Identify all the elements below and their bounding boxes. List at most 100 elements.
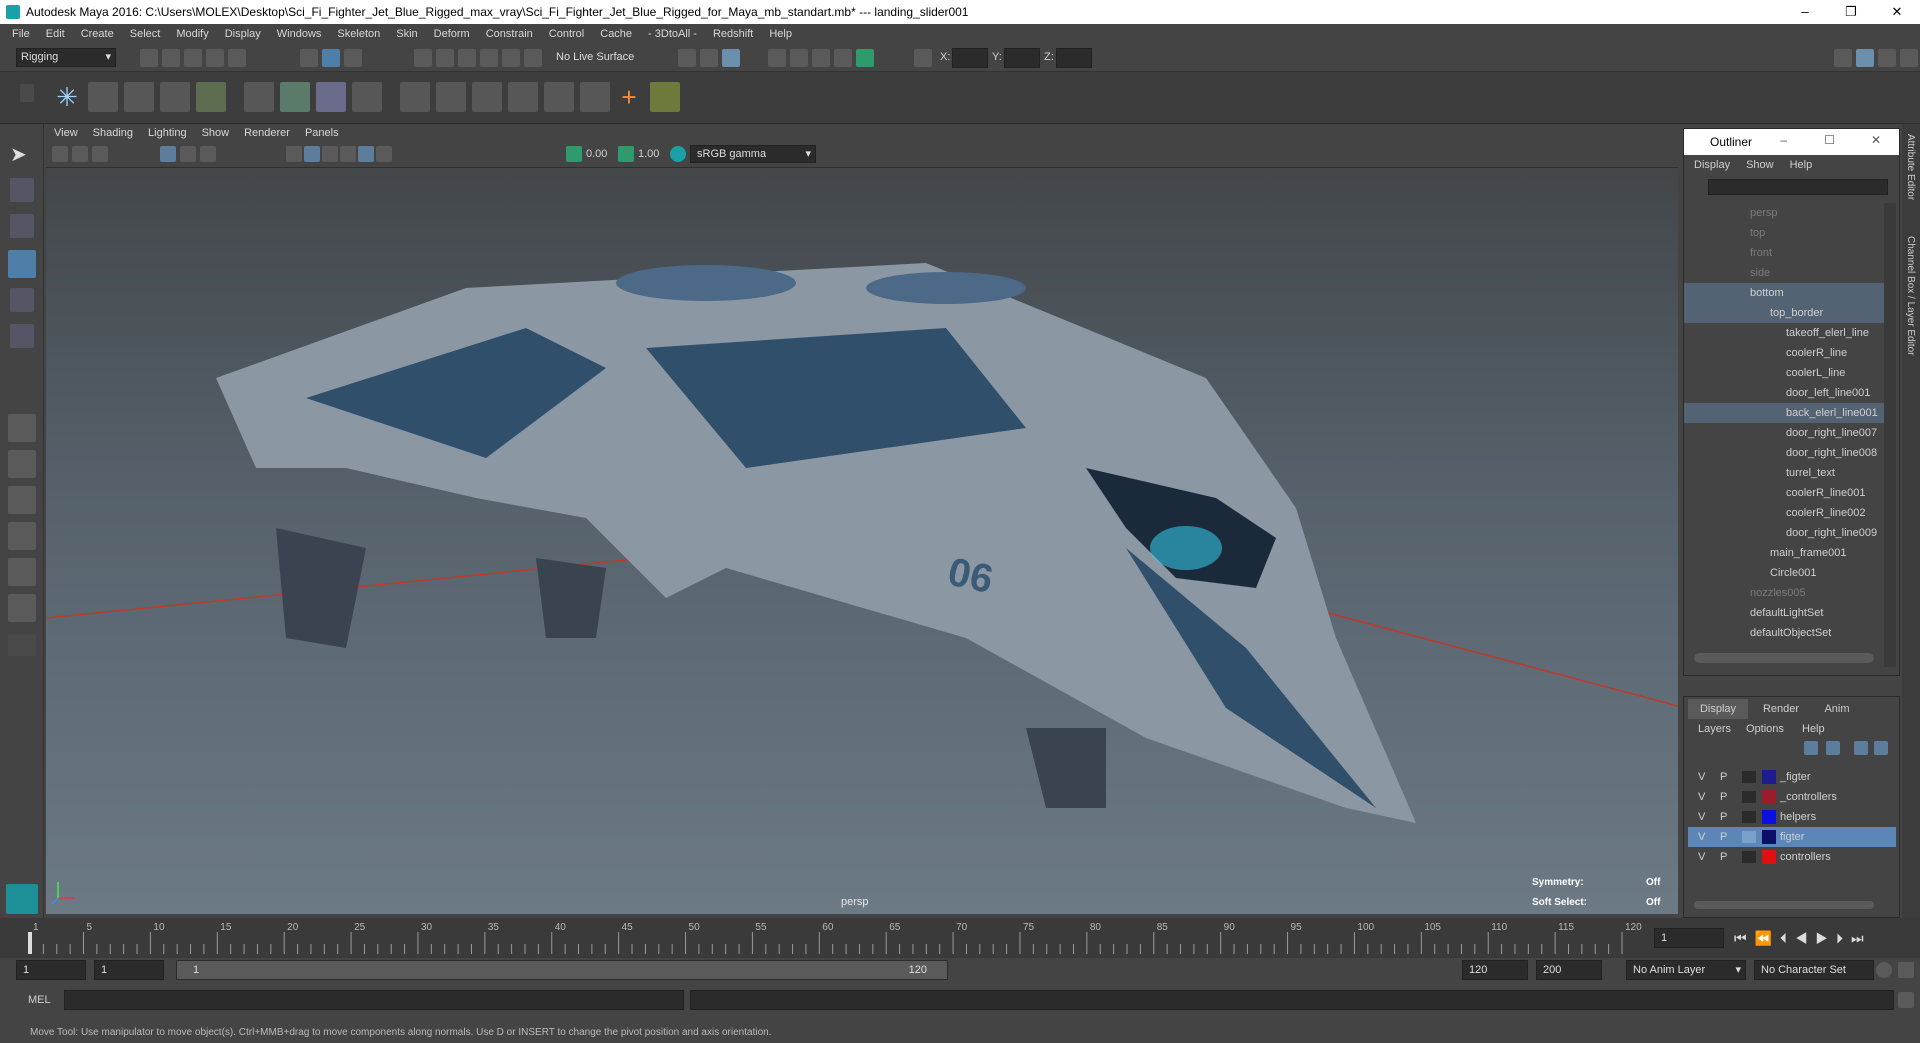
play-back-icon[interactable]: ◀ <box>1795 930 1816 946</box>
input-ops-icon[interactable] <box>678 49 696 67</box>
ik-handle-icon[interactable] <box>88 82 118 112</box>
outliner-item[interactable]: takeoff_elerl_line <box>1684 323 1884 343</box>
x-field[interactable] <box>952 48 988 68</box>
wireframe-icon[interactable] <box>286 146 302 162</box>
outliner-item[interactable]: coolerR_line002 <box>1684 503 1884 523</box>
outliner-item[interactable]: front <box>1684 243 1884 263</box>
snap-point-icon[interactable] <box>458 49 476 67</box>
transform-mode-icon[interactable] <box>914 49 932 67</box>
outliner-item[interactable]: coolerR_line001 <box>1684 483 1884 503</box>
shelf-options-icon[interactable] <box>20 84 34 102</box>
layers-menu-help[interactable]: Help <box>1802 723 1825 735</box>
command-input[interactable] <box>64 990 684 1010</box>
script-editor-icon[interactable] <box>1898 992 1914 1008</box>
outliner-item[interactable]: main_frame001 <box>1684 543 1884 563</box>
outliner-item[interactable]: persp <box>1684 203 1884 223</box>
layer-color-swatch[interactable] <box>1762 830 1776 844</box>
menu-windows[interactable]: Windows <box>277 28 322 40</box>
persp-graph-layout-icon[interactable] <box>8 522 36 550</box>
new-layer-selected-icon[interactable] <box>1874 741 1888 755</box>
outliner-item[interactable]: door_left_line001 <box>1684 383 1884 403</box>
select-hierarchy-icon[interactable] <box>300 49 318 67</box>
outliner-menu-help[interactable]: Help <box>1790 159 1813 171</box>
playback-start-field[interactable]: 1 <box>94 960 164 980</box>
camera-attributes-icon[interactable] <box>72 146 88 162</box>
outliner-item[interactable]: Circle001 <box>1684 563 1884 583</box>
render-frame-icon[interactable] <box>790 49 808 67</box>
vp-menu-lighting[interactable]: Lighting <box>148 127 187 139</box>
menu-display[interactable]: Display <box>225 28 261 40</box>
tab-display[interactable]: Display <box>1688 699 1748 719</box>
menu-skeleton[interactable]: Skeleton <box>337 28 380 40</box>
outliner-item[interactable]: door_right_line007 <box>1684 423 1884 443</box>
scale-tool-icon[interactable] <box>10 324 34 348</box>
playback-toggle[interactable]: P <box>1720 787 1727 807</box>
new-empty-layer-icon[interactable] <box>1854 741 1868 755</box>
display-type-toggle[interactable] <box>1742 791 1756 803</box>
custom-layout-icon[interactable] <box>8 594 36 622</box>
anim-preferences-icon[interactable] <box>1898 962 1914 978</box>
layer-row[interactable]: V P _controllers <box>1688 787 1896 807</box>
layer-row[interactable]: V P controllers <box>1688 847 1896 867</box>
textured-icon[interactable] <box>340 146 356 162</box>
select-component-icon[interactable] <box>344 49 362 67</box>
script-language-label[interactable]: MEL <box>28 994 51 1006</box>
ik-spline-icon[interactable] <box>124 82 154 112</box>
select-object-icon[interactable] <box>322 49 340 67</box>
lighting-icon[interactable] <box>358 146 374 162</box>
orient-constraint-icon[interactable] <box>472 82 502 112</box>
smooth-shade-icon[interactable] <box>304 146 320 162</box>
shadows-icon[interactable] <box>376 146 392 162</box>
move-tool-icon[interactable] <box>8 250 36 278</box>
menu-set-dropdown[interactable]: Rigging ▾ <box>16 48 116 67</box>
start-time-field[interactable]: 1 <box>16 960 86 980</box>
vp-menu-view[interactable]: View <box>54 127 78 139</box>
film-gate-icon[interactable] <box>180 146 196 162</box>
go-to-start-icon[interactable]: ⏮ <box>1734 930 1755 946</box>
z-field[interactable] <box>1056 48 1092 68</box>
visibility-toggle[interactable]: V <box>1698 767 1705 787</box>
hypershade-layout-icon[interactable] <box>8 558 36 586</box>
menu-select[interactable]: Select <box>130 28 161 40</box>
sculpt-deformer-icon[interactable] <box>352 82 382 112</box>
redo-icon[interactable] <box>228 49 246 67</box>
outliner-item[interactable]: turrel_text <box>1684 463 1884 483</box>
layers-menu-options[interactable]: Options <box>1746 723 1784 735</box>
outliner-item[interactable]: top_border <box>1684 303 1884 323</box>
point-constraint-icon[interactable] <box>400 82 430 112</box>
insert-joint-icon[interactable] <box>160 82 190 112</box>
outliner-menu-show[interactable]: Show <box>1746 159 1774 171</box>
channel-box-tab[interactable]: Channel Box / Layer Editor <box>1905 236 1916 356</box>
close-icon[interactable]: ✕ <box>1871 133 1881 147</box>
layer-color-swatch[interactable] <box>1762 790 1776 804</box>
outliner-item[interactable]: defaultObjectSet <box>1684 623 1884 643</box>
display-type-toggle[interactable] <box>1742 851 1756 863</box>
gamma-icon[interactable] <box>618 146 634 162</box>
layer-row[interactable]: V P helpers <box>1688 807 1896 827</box>
render-settings-icon[interactable] <box>768 49 786 67</box>
outliner-item[interactable]: top <box>1684 223 1884 243</box>
character-set-dropdown[interactable]: No Character Set <box>1754 960 1874 980</box>
outliner-item[interactable]: side <box>1684 263 1884 283</box>
outliner-menu-display[interactable]: Display <box>1694 159 1730 171</box>
menu-skin[interactable]: Skin <box>396 28 417 40</box>
visibility-toggle[interactable]: V <box>1698 847 1705 867</box>
menu-edit[interactable]: Edit <box>46 28 65 40</box>
menu-deform[interactable]: Deform <box>434 28 470 40</box>
snap-live-icon[interactable] <box>524 49 542 67</box>
anim-layer-dropdown[interactable]: No Anim Layer ▾ <box>1626 960 1746 980</box>
new-scene-icon[interactable] <box>140 49 158 67</box>
current-time-marker[interactable] <box>28 932 32 954</box>
time-slider[interactable]: 1 5 10 15 20 25 30 35 40 45 50 55 60 65 70 75 80 85 90 95 10… <box>0 918 1920 958</box>
wireframe-on-shaded-icon[interactable] <box>322 146 338 162</box>
move-layer-up-icon[interactable] <box>1804 741 1818 755</box>
menu-help[interactable]: Help <box>769 28 792 40</box>
rotate-tool-icon[interactable] <box>10 288 34 312</box>
snap-surface-icon[interactable] <box>502 49 520 67</box>
snap-plane-icon[interactable] <box>480 49 498 67</box>
restore-icon[interactable]: ❐ <box>1828 0 1874 24</box>
tool-settings-icon[interactable] <box>1878 49 1896 67</box>
outliner-search-input[interactable] <box>1708 179 1888 195</box>
layer-color-swatch[interactable] <box>1762 770 1776 784</box>
play-forward-icon[interactable]: ▶ <box>1816 930 1837 946</box>
